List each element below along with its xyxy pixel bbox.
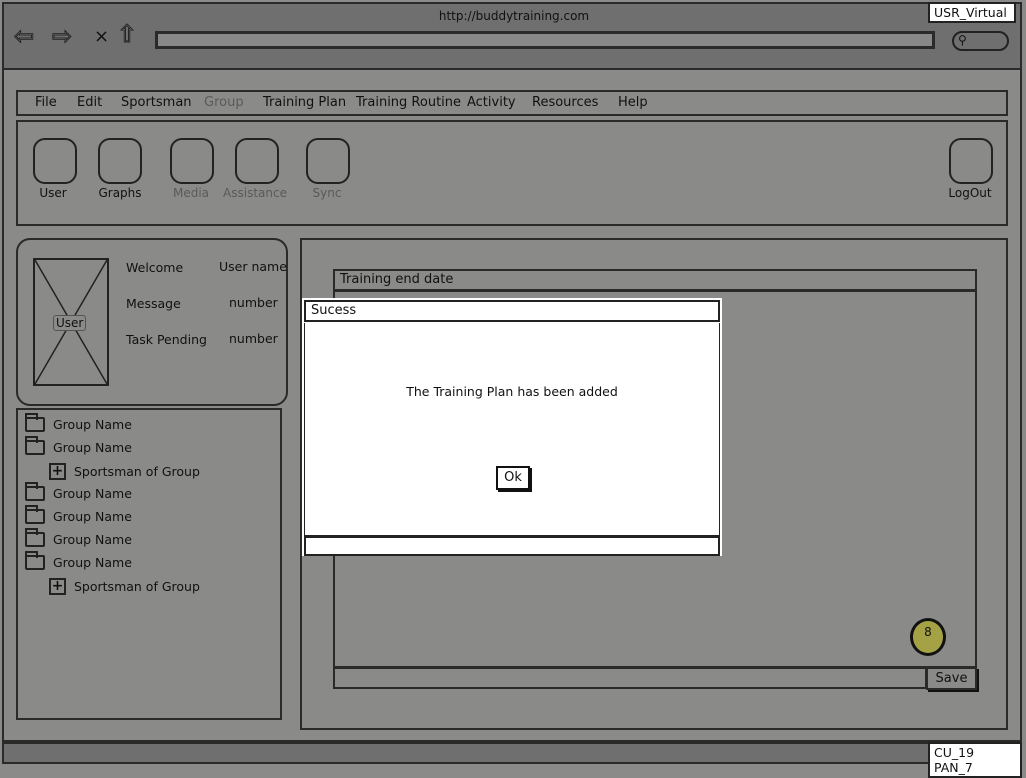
forward-icon[interactable]: ⇨ bbox=[51, 22, 72, 51]
menu-activity[interactable]: Activity bbox=[467, 95, 516, 110]
user-name: User name bbox=[219, 259, 287, 274]
task-pending-label: Task Pending bbox=[126, 332, 207, 347]
tree-item-group[interactable]: Group Name bbox=[25, 505, 132, 524]
tree-item-label: Sportsman of Group bbox=[74, 579, 200, 594]
media-button[interactable] bbox=[170, 138, 214, 184]
menu-help[interactable]: Help bbox=[618, 95, 648, 110]
expand-icon[interactable]: + bbox=[49, 578, 66, 595]
tree-item-group[interactable]: Group Name bbox=[25, 482, 132, 501]
menu-group[interactable]: Group bbox=[204, 95, 244, 110]
avatar: User bbox=[33, 258, 109, 386]
menu-resources[interactable]: Resources bbox=[532, 95, 598, 110]
menu-training-routine[interactable]: Training Routine bbox=[356, 95, 461, 110]
back-icon[interactable]: ⇦ bbox=[13, 22, 34, 51]
status-bar bbox=[2, 742, 1022, 764]
menu-sportsman[interactable]: Sportsman bbox=[121, 95, 192, 110]
sync-button[interactable] bbox=[306, 138, 350, 184]
home-icon[interactable]: ⇧ bbox=[116, 20, 137, 49]
address-bar[interactable] bbox=[155, 31, 935, 49]
message-count: number bbox=[229, 295, 278, 310]
url-text: http://buddytraining.com bbox=[438, 9, 590, 23]
success-dialog: Sucess The Training Plan has been added … bbox=[302, 298, 722, 556]
task-pending-count: number bbox=[229, 331, 278, 346]
tree-item-label: Sportsman of Group bbox=[74, 464, 200, 479]
welcome-label: Welcome bbox=[126, 260, 184, 275]
tree-item-group[interactable]: Group Name bbox=[25, 413, 132, 432]
folder-icon bbox=[25, 413, 45, 432]
dialog-body bbox=[304, 323, 720, 536]
tree-item-label: Group Name bbox=[53, 417, 132, 432]
message-label: Message bbox=[126, 296, 181, 311]
tree-item-label: Group Name bbox=[53, 440, 132, 455]
training-end-date-field[interactable]: Training end date bbox=[333, 269, 977, 291]
ok-button[interactable]: Ok bbox=[496, 466, 530, 490]
folder-icon bbox=[25, 482, 45, 501]
graphs-button[interactable] bbox=[98, 138, 142, 184]
graphs-label: Graphs bbox=[98, 186, 142, 200]
expand-icon[interactable]: + bbox=[49, 463, 66, 480]
tree-item-label: Group Name bbox=[53, 532, 132, 547]
tree-item-sportsman[interactable]: + Sportsman of Group bbox=[49, 578, 200, 595]
assistance-label: Assistance bbox=[223, 186, 287, 200]
menu-edit[interactable]: Edit bbox=[77, 95, 102, 110]
tree-item-label: Group Name bbox=[53, 555, 132, 570]
media-label: Media bbox=[172, 186, 210, 200]
search-button[interactable]: ⚲ bbox=[952, 31, 1009, 51]
count-badge: 8 bbox=[910, 618, 946, 656]
toolbar bbox=[16, 120, 1008, 226]
dialog-title: Sucess bbox=[304, 300, 720, 322]
user-tag: USR_Virtual bbox=[928, 2, 1016, 23]
dialog-message: The Training Plan has been added bbox=[406, 384, 618, 399]
tree-item-group[interactable]: Group Name bbox=[25, 551, 132, 570]
tree-item-label: Group Name bbox=[53, 509, 132, 524]
user-label: User bbox=[39, 186, 67, 200]
assistance-button[interactable] bbox=[235, 138, 279, 184]
folder-open-icon bbox=[25, 551, 45, 570]
search-icon: ⚲ bbox=[958, 33, 967, 47]
logout-button[interactable] bbox=[949, 138, 993, 184]
tree-item-group[interactable]: Group Name bbox=[25, 436, 132, 455]
menu-training-plan[interactable]: Training Plan bbox=[263, 95, 346, 110]
user-button[interactable] bbox=[33, 138, 77, 184]
tree-item-sportsman[interactable]: + Sportsman of Group bbox=[49, 463, 200, 480]
bottom-input[interactable] bbox=[333, 667, 927, 689]
folder-open-icon bbox=[25, 436, 45, 455]
folder-icon bbox=[25, 528, 45, 547]
avatar-label: User bbox=[53, 315, 87, 331]
close-icon[interactable]: × bbox=[94, 26, 109, 47]
logout-label: LogOut bbox=[948, 186, 992, 200]
dialog-footer bbox=[304, 536, 720, 556]
sync-label: Sync bbox=[312, 186, 342, 200]
menu-file[interactable]: File bbox=[35, 95, 57, 110]
screen-tag: CU_19 PAN_7 bbox=[928, 742, 1022, 778]
tree-item-label: Group Name bbox=[53, 486, 132, 501]
save-button[interactable]: Save bbox=[926, 667, 977, 690]
folder-icon bbox=[25, 505, 45, 524]
tree-item-group[interactable]: Group Name bbox=[25, 528, 132, 547]
